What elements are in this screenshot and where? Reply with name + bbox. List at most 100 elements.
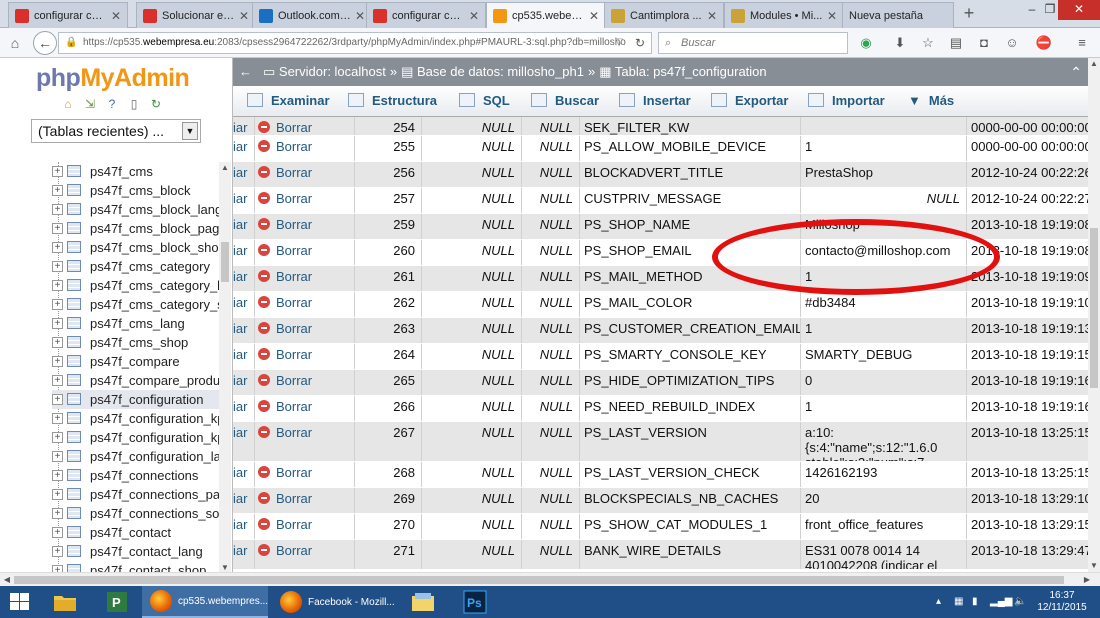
tree-item[interactable]: + ps47f_configuration_kpi (52, 409, 220, 428)
project-icon[interactable]: P (104, 590, 130, 614)
tab-estructura[interactable]: Estructura (348, 86, 437, 116)
page-scrollbar[interactable]: ▲ ▼ (1088, 58, 1100, 572)
expand-icon[interactable]: + (52, 470, 63, 481)
expand-icon[interactable]: + (52, 299, 63, 310)
photoshop-icon[interactable]: Ps (462, 590, 488, 614)
delete-link[interactable]: Borrar (255, 162, 355, 187)
url-bar[interactable]: 🔒 https://cp535.webempresa.eu:2083/cpses… (58, 32, 652, 54)
close-window-button[interactable]: ✕ (1058, 0, 1100, 20)
volume-icon[interactable]: 🔈 (1014, 586, 1026, 618)
browser-tab[interactable]: Cantimplora ... ✕ (604, 2, 724, 28)
browser-tab[interactable]: configurar cor... ✕ (366, 2, 486, 28)
close-tab-icon[interactable]: ✕ (827, 9, 837, 23)
tree-scrollbar[interactable]: ▲ ▼ (219, 162, 231, 572)
tree-item[interactable]: + ps47f_cms_category_lang (52, 276, 220, 295)
scroll-thumb[interactable] (1090, 228, 1098, 388)
tree-item[interactable]: + ps47f_contact_lang (52, 542, 220, 561)
browser-tab[interactable]: Outlook.com ... ✕ (252, 2, 372, 28)
menu-icon[interactable]: ≡ (1072, 33, 1092, 53)
delete-link[interactable]: Borrar (255, 318, 355, 343)
edit-link[interactable]: iar (233, 318, 255, 343)
tree-item[interactable]: + ps47f_cms (52, 162, 220, 181)
home-icon[interactable]: ⌂ (4, 32, 26, 54)
edit-link[interactable]: iar (233, 514, 255, 539)
browser-tab[interactable]: Solucionar el ... ✕ (136, 2, 256, 28)
signal-icon[interactable]: ▂▄▆ (990, 586, 1012, 618)
tree-item[interactable]: + ps47f_cms_category (52, 257, 220, 276)
expand-icon[interactable]: + (52, 413, 63, 424)
delete-link[interactable]: Borrar (255, 488, 355, 513)
tab-exportar[interactable]: Exportar (711, 86, 788, 116)
close-tab-icon[interactable]: ✕ (589, 9, 599, 23)
breadcrumb-database[interactable]: Base de datos: millosho_ph1 (417, 64, 584, 79)
edit-link[interactable]: iar (233, 396, 255, 421)
sync-icon[interactable]: ◉ (856, 33, 876, 53)
delete-link[interactable]: Borrar (255, 462, 355, 487)
expand-icon[interactable]: + (52, 223, 63, 234)
delete-link[interactable]: Borrar (255, 370, 355, 395)
pocket-icon[interactable]: ◘ (974, 33, 994, 53)
close-tab-icon[interactable]: ✕ (355, 9, 365, 23)
tree-item[interactable]: + ps47f_cms_block (52, 181, 220, 200)
breadcrumb-table[interactable]: Tabla: ps47f_configuration (615, 64, 767, 79)
tree-item[interactable]: + ps47f_cms_shop (52, 333, 220, 352)
close-tab-icon[interactable]: ✕ (707, 9, 717, 23)
file-explorer-icon[interactable] (52, 590, 78, 614)
scroll-left-icon[interactable]: ◀ (0, 573, 14, 587)
tree-item[interactable]: + ps47f_compare_product (52, 371, 220, 390)
scroll-up-icon[interactable]: ▲ (1088, 58, 1100, 70)
edit-link[interactable]: iar (233, 422, 255, 461)
edit-link[interactable]: iar (233, 117, 255, 135)
scroll-down-icon[interactable]: ▼ (219, 562, 231, 572)
edit-link[interactable]: iar (233, 162, 255, 187)
recent-tables-select[interactable]: (Tablas recientes) ... ▼ (31, 119, 201, 143)
new-tab-button[interactable]: + (958, 4, 980, 24)
chat-icon[interactable]: ☺ (1002, 33, 1022, 53)
windows-start-icon[interactable] (10, 593, 30, 611)
docs-icon[interactable]: ▯ (126, 96, 142, 112)
search-input[interactable]: ⌕ Buscar (658, 32, 848, 54)
download-icon[interactable]: ⬇ (890, 33, 910, 53)
home-icon[interactable]: ⌂ (60, 96, 76, 112)
reload-icon[interactable]: ↻ (148, 96, 164, 112)
edit-link[interactable]: iar (233, 370, 255, 395)
scroll-up-icon[interactable]: ▲ (219, 162, 231, 174)
adblock-icon[interactable]: ⛔ (1034, 33, 1054, 53)
delete-link[interactable]: Borrar (255, 240, 355, 265)
bookmarks-list-icon[interactable]: ▤ (946, 33, 966, 53)
close-tab-icon[interactable]: ✕ (111, 9, 121, 23)
delete-link[interactable]: Borrar (255, 396, 355, 421)
scroll-thumb[interactable] (14, 576, 1064, 584)
show-hidden-icons[interactable]: ▴ (936, 586, 941, 618)
expand-icon[interactable]: + (52, 375, 63, 386)
delete-link[interactable]: Borrar (255, 344, 355, 369)
tab-buscar[interactable]: Buscar (531, 86, 599, 116)
edit-link[interactable]: iar (233, 188, 255, 213)
phpmyadmin-logo[interactable]: phpMyAdmin (36, 64, 190, 93)
expand-icon[interactable]: + (52, 261, 63, 272)
expand-icon[interactable]: + (52, 280, 63, 291)
browser-tab[interactable]: configurar cor... ✕ (8, 2, 128, 28)
expand-icon[interactable]: + (52, 489, 63, 500)
collapse-arrow-icon[interactable]: ← (239, 58, 252, 86)
expand-icon[interactable]: + (52, 451, 63, 462)
tree-item[interactable]: + ps47f_cms_block_lang (52, 200, 220, 219)
network-icon[interactable]: ▦ (954, 586, 963, 618)
tree-item[interactable]: + ps47f_connections (52, 466, 220, 485)
delete-link[interactable]: Borrar (255, 540, 355, 569)
edit-link[interactable]: iar (233, 488, 255, 513)
expand-icon[interactable]: + (52, 337, 63, 348)
expand-icon[interactable]: + (52, 508, 63, 519)
battery-icon[interactable]: ▮ (972, 586, 978, 618)
delete-link[interactable]: Borrar (255, 117, 355, 135)
close-tab-icon[interactable]: ✕ (469, 9, 479, 23)
delete-link[interactable]: Borrar (255, 188, 355, 213)
back-button[interactable]: ← (33, 31, 57, 55)
expand-icon[interactable]: + (52, 527, 63, 538)
delete-link[interactable]: Borrar (255, 422, 355, 461)
expand-icon[interactable]: + (52, 242, 63, 253)
browser-tab[interactable]: Modules • Mi... ✕ (724, 2, 844, 28)
exit-icon[interactable]: ⇲ (82, 96, 98, 112)
expand-icon[interactable]: + (52, 185, 63, 196)
bookmark-star-icon[interactable]: ☆ (918, 33, 938, 53)
